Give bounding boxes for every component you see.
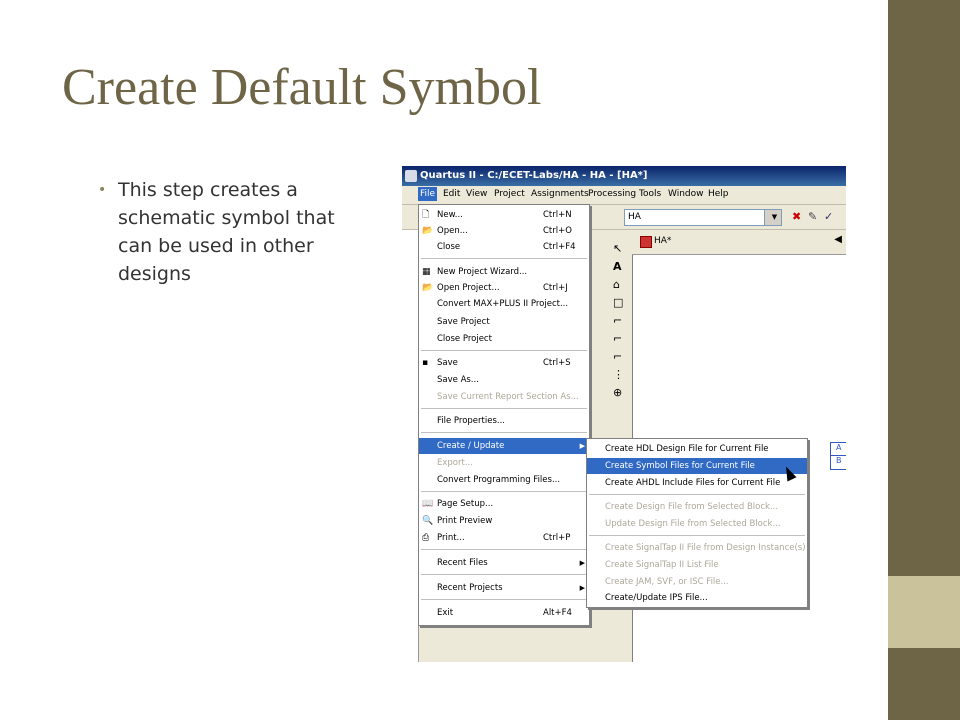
entity-combo-value: HA: [628, 212, 641, 222]
text-tool-icon[interactable]: A: [613, 260, 622, 273]
bdf-file-icon: [640, 236, 652, 248]
submenu-item-create-signaltap-file: Create SignalTap II File from Design Ins…: [605, 543, 806, 553]
submenu-arrow-icon: ▶: [579, 442, 585, 450]
compile-icon[interactable]: ✓: [824, 210, 833, 223]
decorative-bar-middle: [888, 576, 960, 648]
menu-item-new[interactable]: 🗋 New... Ctrl+N: [419, 207, 589, 223]
menu-item-print[interactable]: ⎙ Print... Ctrl+P: [419, 530, 589, 546]
bus-tool-icon[interactable]: ⌐: [613, 332, 622, 345]
quartus-screenshot: Quartus II - C:/ECET-Labs/HA - HA - [HA*…: [402, 166, 846, 662]
project-navigator-pane: [402, 230, 419, 662]
wire-tool-icon[interactable]: ⌐: [613, 314, 622, 327]
menu-window[interactable]: Window: [668, 189, 704, 199]
submenu-item-create-symbol-files[interactable]: Create Symbol Files for Current File: [587, 458, 807, 474]
bullet-text: This step creates a schematic symbol tha…: [118, 179, 335, 285]
menu-tools[interactable]: Tools: [639, 189, 661, 199]
menu-item-open[interactable]: 📂 Open... Ctrl+O: [419, 223, 589, 239]
conduit-tool-icon[interactable]: ⌐: [613, 350, 622, 363]
menu-item-recent-files[interactable]: Recent Files ▶: [419, 555, 589, 571]
pin-b-label: B: [836, 456, 842, 465]
bullet-text-block: • This step creates a schematic symbol t…: [98, 176, 368, 288]
document-tab[interactable]: HA* ◀: [632, 230, 846, 255]
submenu-arrow-icon: ▶: [579, 559, 585, 567]
selection-tool-icon[interactable]: ↖: [613, 242, 622, 255]
menu-separator: [589, 494, 805, 495]
decorative-bar-bottom: [888, 648, 960, 720]
menu-bar: File Edit View Project Assignments Proce…: [402, 186, 846, 205]
menu-item-save-report-section: Save Current Report Section As...: [437, 392, 579, 402]
menu-separator: [421, 574, 587, 575]
slide: Create Default Symbol • This step create…: [0, 0, 888, 720]
window-title: Quartus II - C:/ECET-Labs/HA - HA - [HA*…: [420, 170, 648, 181]
combo-arrow-icon[interactable]: ▼: [764, 210, 781, 225]
menu-separator: [421, 491, 587, 492]
menu-help[interactable]: Help: [708, 189, 729, 199]
menu-item-exit[interactable]: Exit Alt+F4: [419, 605, 589, 621]
window-titlebar: Quartus II - C:/ECET-Labs/HA - HA - [HA*…: [402, 166, 846, 186]
menu-separator: [421, 408, 587, 409]
submenu-item-create-design-file: Create Design File from Selected Block..…: [605, 502, 779, 512]
menu-separator: [421, 432, 587, 433]
menu-item-save-project[interactable]: Save Project: [419, 314, 589, 330]
menu-item-close-project[interactable]: Close Project: [419, 331, 589, 347]
open-project-icon: 📂: [422, 283, 434, 293]
menu-item-page-setup[interactable]: 📖 Page Setup...: [419, 496, 589, 512]
submenu-item-create-ahdl-include[interactable]: Create AHDL Include Files for Current Fi…: [587, 475, 807, 491]
menu-separator: [421, 258, 587, 259]
menu-item-convert-maxplus[interactable]: Convert MAX+PLUS II Project...: [419, 296, 589, 312]
stop-icon[interactable]: ✖: [792, 210, 801, 223]
decorative-bar-top: [888, 0, 960, 576]
pin-a-label: A: [831, 443, 846, 456]
zoom-tool-icon[interactable]: ⊕: [613, 386, 622, 399]
submenu-item-create-signaltap-list: Create SignalTap II List File: [605, 560, 719, 570]
print-icon: ⎙: [422, 533, 430, 543]
block-tool-icon[interactable]: □: [613, 296, 623, 309]
menu-separator: [421, 599, 587, 600]
document-tab-label: HA*: [654, 236, 672, 246]
print-preview-icon: 🔍: [422, 516, 434, 526]
new-file-icon: 🗋: [422, 210, 430, 220]
menu-item-save[interactable]: ▪ Save Ctrl+S: [419, 355, 589, 371]
quartus-app-icon: [405, 170, 417, 182]
menu-item-close[interactable]: Close Ctrl+F4: [419, 239, 589, 255]
symbol-block[interactable]: A B: [830, 442, 846, 470]
file-menu: 🗋 New... Ctrl+N 📂 Open... Ctrl+O Close Ctrl+F…: [418, 204, 590, 626]
rubberband-icon[interactable]: ⋮: [613, 368, 624, 381]
submenu-arrow-icon: ▶: [579, 584, 585, 592]
entity-combo[interactable]: HA ▼: [624, 209, 782, 226]
page-setup-icon: 📖: [422, 499, 434, 509]
menu-view[interactable]: View: [466, 189, 487, 199]
menu-item-convert-programming-files[interactable]: Convert Programming Files...: [419, 472, 589, 488]
submenu-item-create-hdl[interactable]: Create HDL Design File for Current File: [587, 441, 807, 457]
menu-item-print-preview[interactable]: 🔍 Print Preview: [419, 513, 589, 529]
menu-item-create-update[interactable]: Create / Update ▶: [419, 438, 589, 454]
submenu-item-create-jam-svf-isc: Create JAM, SVF, or ISC File...: [605, 577, 729, 587]
menu-project[interactable]: Project: [494, 189, 525, 199]
menu-item-export: Export...: [437, 458, 473, 468]
save-icon: ▪: [422, 358, 429, 368]
menu-item-new-project-wizard[interactable]: ▦ New Project Wizard...: [419, 264, 589, 280]
menu-item-file-properties[interactable]: File Properties...: [419, 413, 589, 429]
menu-separator: [421, 350, 587, 351]
submenu-item-update-design-file: Update Design File from Selected Block..…: [605, 519, 781, 529]
menu-file[interactable]: File: [418, 187, 438, 201]
symbol-tool-icon[interactable]: ⌂: [613, 278, 620, 291]
menu-item-save-as[interactable]: Save As...: [419, 372, 589, 388]
wizard-icon: ▦: [422, 267, 431, 277]
pencil-icon[interactable]: ✎: [808, 210, 817, 223]
open-folder-icon: 📂: [422, 226, 434, 236]
menu-item-open-project[interactable]: 📂 Open Project... Ctrl+J: [419, 280, 589, 296]
create-update-submenu: Create HDL Design File for Current File …: [586, 438, 808, 608]
menu-assignments[interactable]: Assignments: [531, 189, 589, 199]
submenu-item-create-update-ips[interactable]: Create/Update IPS File...: [587, 590, 807, 606]
bullet-dot-icon: •: [98, 182, 107, 198]
menu-item-recent-projects[interactable]: Recent Projects ▶: [419, 580, 589, 596]
slide-title: Create Default Symbol: [62, 59, 542, 116]
menu-separator: [421, 549, 587, 550]
menu-edit[interactable]: Edit: [443, 189, 460, 199]
menu-processing[interactable]: Processing: [588, 189, 636, 199]
menu-separator: [589, 535, 805, 536]
tab-scroll-arrow-icon[interactable]: ◀: [834, 234, 842, 245]
